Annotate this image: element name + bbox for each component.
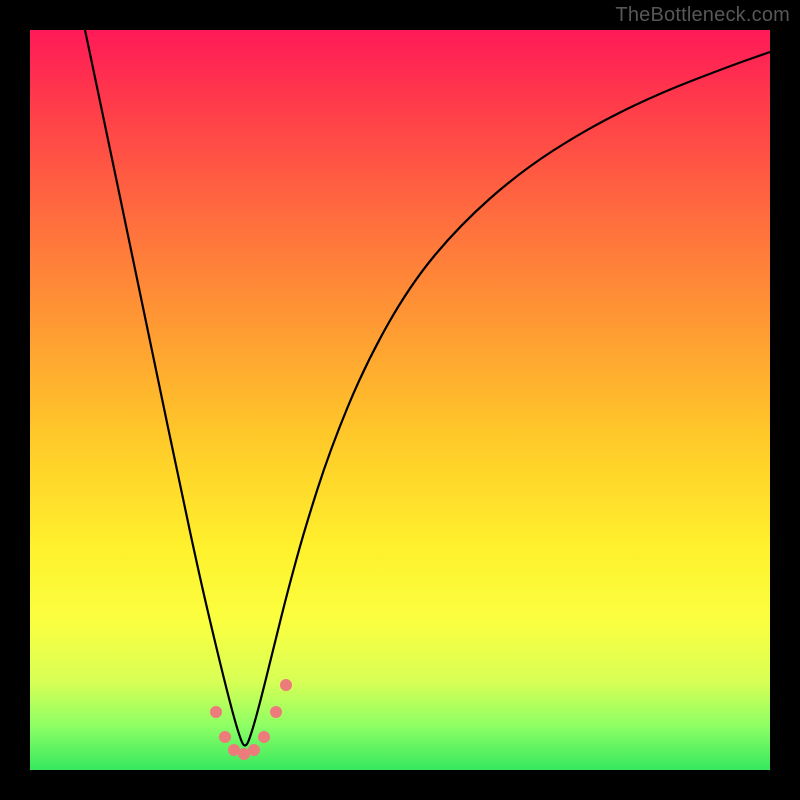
trough-marker (248, 744, 260, 756)
watermark-text: TheBottleneck.com (615, 4, 790, 27)
chart-frame: TheBottleneck.com (0, 0, 800, 800)
trough-markers (210, 679, 292, 760)
trough-marker (270, 706, 282, 718)
plot-area (30, 30, 770, 770)
curve-svg (30, 30, 770, 770)
trough-marker (219, 731, 231, 743)
bottleneck-curve (85, 30, 770, 746)
trough-marker (280, 679, 292, 691)
trough-marker (258, 731, 270, 743)
trough-marker (210, 706, 222, 718)
